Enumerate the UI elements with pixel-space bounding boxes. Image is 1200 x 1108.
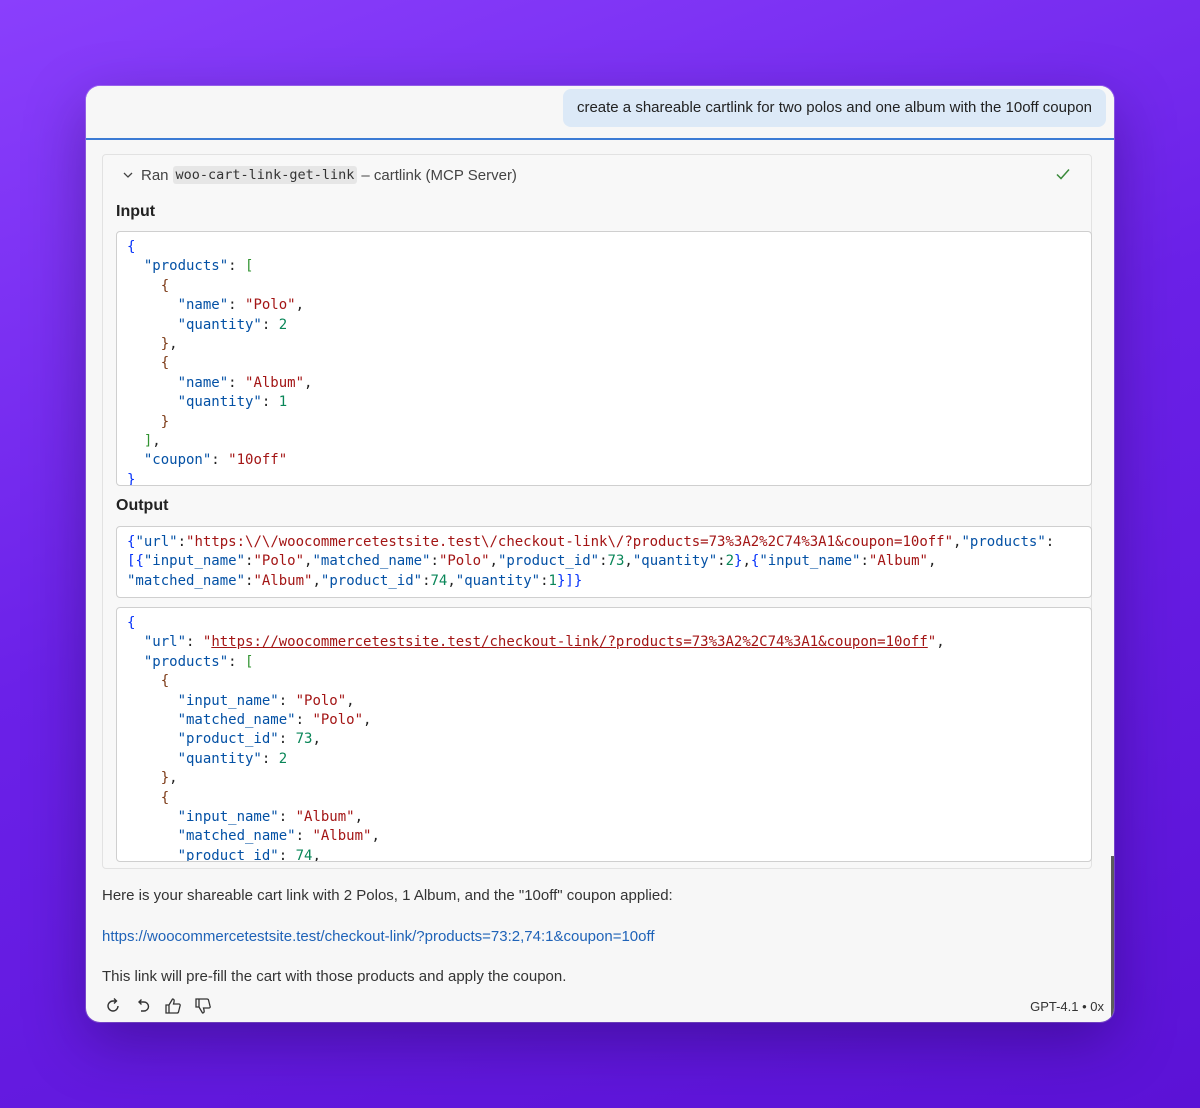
chevron-down-icon[interactable] [123, 170, 133, 180]
formatted-output: { "url": "https://woocommercetestsite.te… [127, 615, 945, 862]
check-icon [1056, 169, 1070, 180]
response-link[interactable]: https://woocommercetestsite.test/checkou… [102, 928, 655, 945]
input-quantity-2: 1 [278, 394, 288, 411]
input-quantity-1: 2 [278, 316, 288, 333]
response-outro: This link will pre-fill the cart with th… [102, 968, 567, 985]
raw-output: {"url":"https:\/\/woocommercetestsite.te… [127, 534, 1055, 589]
input-code: { "products": [ { "name": "Polo", "quant… [127, 239, 313, 486]
tool-call-header[interactable]: Ran woo-cart-link-get-link – cartlink (M… [123, 164, 517, 186]
tool-call-card: Ran woo-cart-link-get-link – cartlink (M… [102, 154, 1092, 869]
output-url-link[interactable]: https://woocommercetestsite.test/checkou… [211, 634, 927, 650]
model-label: GPT-4.1 • 0x [1030, 999, 1104, 1014]
input-coupon: "10off" [228, 452, 288, 469]
input-code-box[interactable]: { "products": [ { "name": "Polo", "quant… [116, 231, 1092, 486]
tool-call-suffix: – cartlink (MCP Server) [361, 166, 517, 184]
input-name-2: "Album" [245, 374, 305, 391]
formatted-output-box[interactable]: { "url": "https://woocommercetestsite.te… [116, 607, 1092, 862]
retry-icon[interactable] [104, 997, 122, 1015]
tool-call-prefix: Ran [141, 166, 169, 184]
chat-window: create a shareable cartlink for two polo… [86, 86, 1114, 1022]
user-message-bar: create a shareable cartlink for two polo… [86, 86, 1114, 140]
scrollbar[interactable] [1111, 856, 1114, 1021]
tool-name-chip: woo-cart-link-get-link [172, 166, 358, 184]
response-actions [104, 997, 212, 1015]
user-message: create a shareable cartlink for two polo… [562, 89, 1106, 127]
thumbs-up-icon[interactable] [164, 997, 182, 1015]
input-name-1: "Polo" [245, 297, 296, 314]
undo-icon[interactable] [134, 997, 152, 1015]
raw-output-box[interactable]: {"url":"https:\/\/woocommercetestsite.te… [116, 526, 1092, 598]
output-label: Output [116, 497, 169, 514]
input-label: Input [116, 203, 156, 220]
thumbs-down-icon[interactable] [194, 997, 212, 1015]
response-intro: Here is your shareable cart link with 2 … [102, 887, 673, 904]
